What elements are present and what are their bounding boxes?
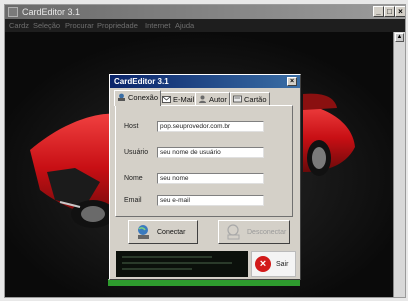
card-icon [233,95,242,103]
nome-field[interactable]: seu nome [157,173,264,184]
menu-ajuda[interactable]: Ajuda [175,19,194,32]
connection-panel: Host pop.seuprovedor.com.br Usuário seu … [115,105,293,217]
nome-label: Nome [124,175,143,182]
menu-internet[interactable]: Internet [145,19,170,32]
email-icon [162,96,171,103]
close-circle-icon: × [255,256,271,272]
usuario-label: Usuário [124,149,149,156]
minimize-button[interactable]: _ [373,6,384,17]
menu-selecao[interactable]: Seleção [33,19,60,32]
close-button[interactable]: × [395,6,405,17]
menu-bar: Cardz Seleção Procurar Propriedade Inter… [5,19,405,32]
email-label: Email [124,197,142,204]
main-title: CardEditor 3.1 [22,7,81,17]
tab-email[interactable]: E-Mail [159,92,198,105]
usuario-field[interactable]: seu nome de usuário [157,147,264,158]
settings-dialog: CardEditor 3.1 × Conexão E-Mail Autor Ca… [109,74,301,280]
connect-button[interactable]: Conectar [128,220,198,244]
dialog-titlebar: CardEditor 3.1 × [110,75,300,88]
connection-icon [118,93,125,101]
menu-propriedade[interactable]: Propriedade [97,19,138,32]
main-titlebar: CardEditor 3.1 _ □ × [5,5,405,19]
author-icon [199,95,206,103]
scroll-up-arrow-icon[interactable]: ▲ [395,33,404,42]
app-icon [8,7,18,17]
tab-autor[interactable]: Autor [195,92,230,105]
maximize-button[interactable]: □ [384,6,395,17]
menu-cardz[interactable]: Cardz [9,19,29,32]
tab-cartao[interactable]: Cartão [230,92,270,105]
menu-procurar[interactable]: Procurar [65,19,94,32]
disconnect-button[interactable]: Desconectar [218,220,290,244]
status-area [116,251,248,277]
host-label: Host [124,123,139,130]
email-field[interactable]: seu e-mail [157,195,264,206]
vertical-scrollbar[interactable]: ▲ [393,32,405,297]
globe-disconnect-icon [227,224,240,240]
dialog-close-button[interactable]: × [287,77,297,86]
green-strip [108,279,300,286]
exit-button[interactable]: × Sair [251,251,296,277]
host-field[interactable]: pop.seuprovedor.com.br [157,121,264,132]
tab-conexao[interactable]: Conexão [114,90,162,106]
globe-connect-icon [138,225,149,239]
dialog-title: CardEditor 3.1 [114,77,169,86]
